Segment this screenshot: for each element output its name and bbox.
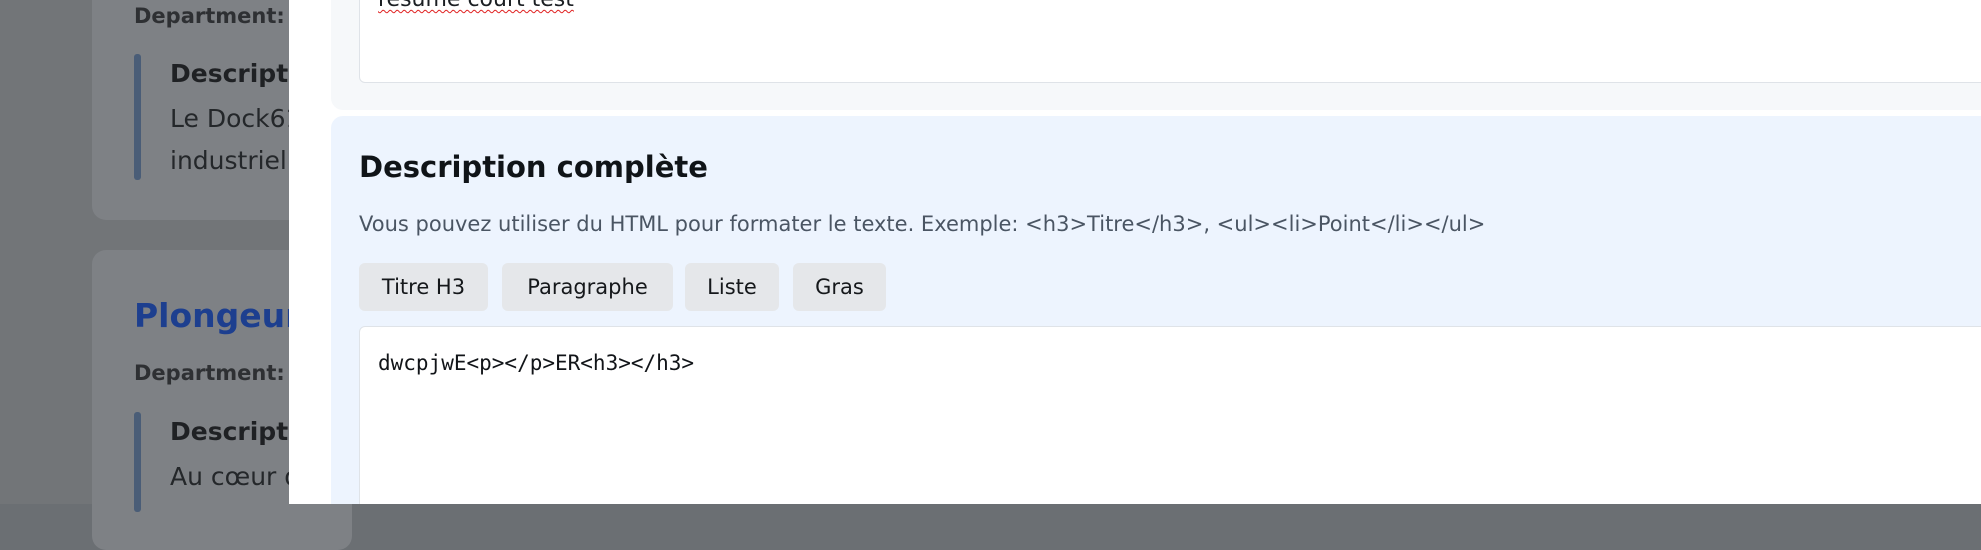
short-summary-textarea[interactable]: résumé court test bbox=[359, 0, 1981, 83]
job-department: Department: E bbox=[134, 4, 307, 28]
job-department: Department: C bbox=[134, 361, 308, 385]
job-title: Plongeur bbox=[134, 296, 302, 335]
insert-h3-button[interactable]: Titre H3 bbox=[359, 263, 488, 311]
insert-paragraph-button[interactable]: Paragraphe bbox=[502, 263, 673, 311]
description-quote-bar bbox=[134, 412, 141, 512]
insert-bold-button[interactable]: Gras bbox=[793, 263, 886, 311]
full-description-editor-value: dwcpjwE<p></p>ER<h3></h3> bbox=[378, 351, 695, 375]
job-description-title: Descripti bbox=[170, 59, 297, 88]
full-description-help-text: Vous pouvez utiliser du HTML pour format… bbox=[359, 212, 1486, 236]
insert-list-button[interactable]: Liste bbox=[685, 263, 779, 311]
description-quote-bar bbox=[134, 54, 141, 180]
edit-job-panel: résumé court test Description complète V… bbox=[289, 0, 1981, 504]
job-description-line: industriel bbox=[170, 146, 287, 175]
full-description-title: Description complète bbox=[359, 150, 708, 184]
short-summary-value: résumé court test bbox=[378, 0, 574, 12]
job-description-line: Au cœur d bbox=[170, 462, 301, 491]
job-description-title: Descripti bbox=[170, 417, 297, 446]
job-description-line: Le Dock61 bbox=[170, 104, 302, 133]
full-description-editor[interactable]: dwcpjwE<p></p>ER<h3></h3> bbox=[359, 326, 1981, 504]
